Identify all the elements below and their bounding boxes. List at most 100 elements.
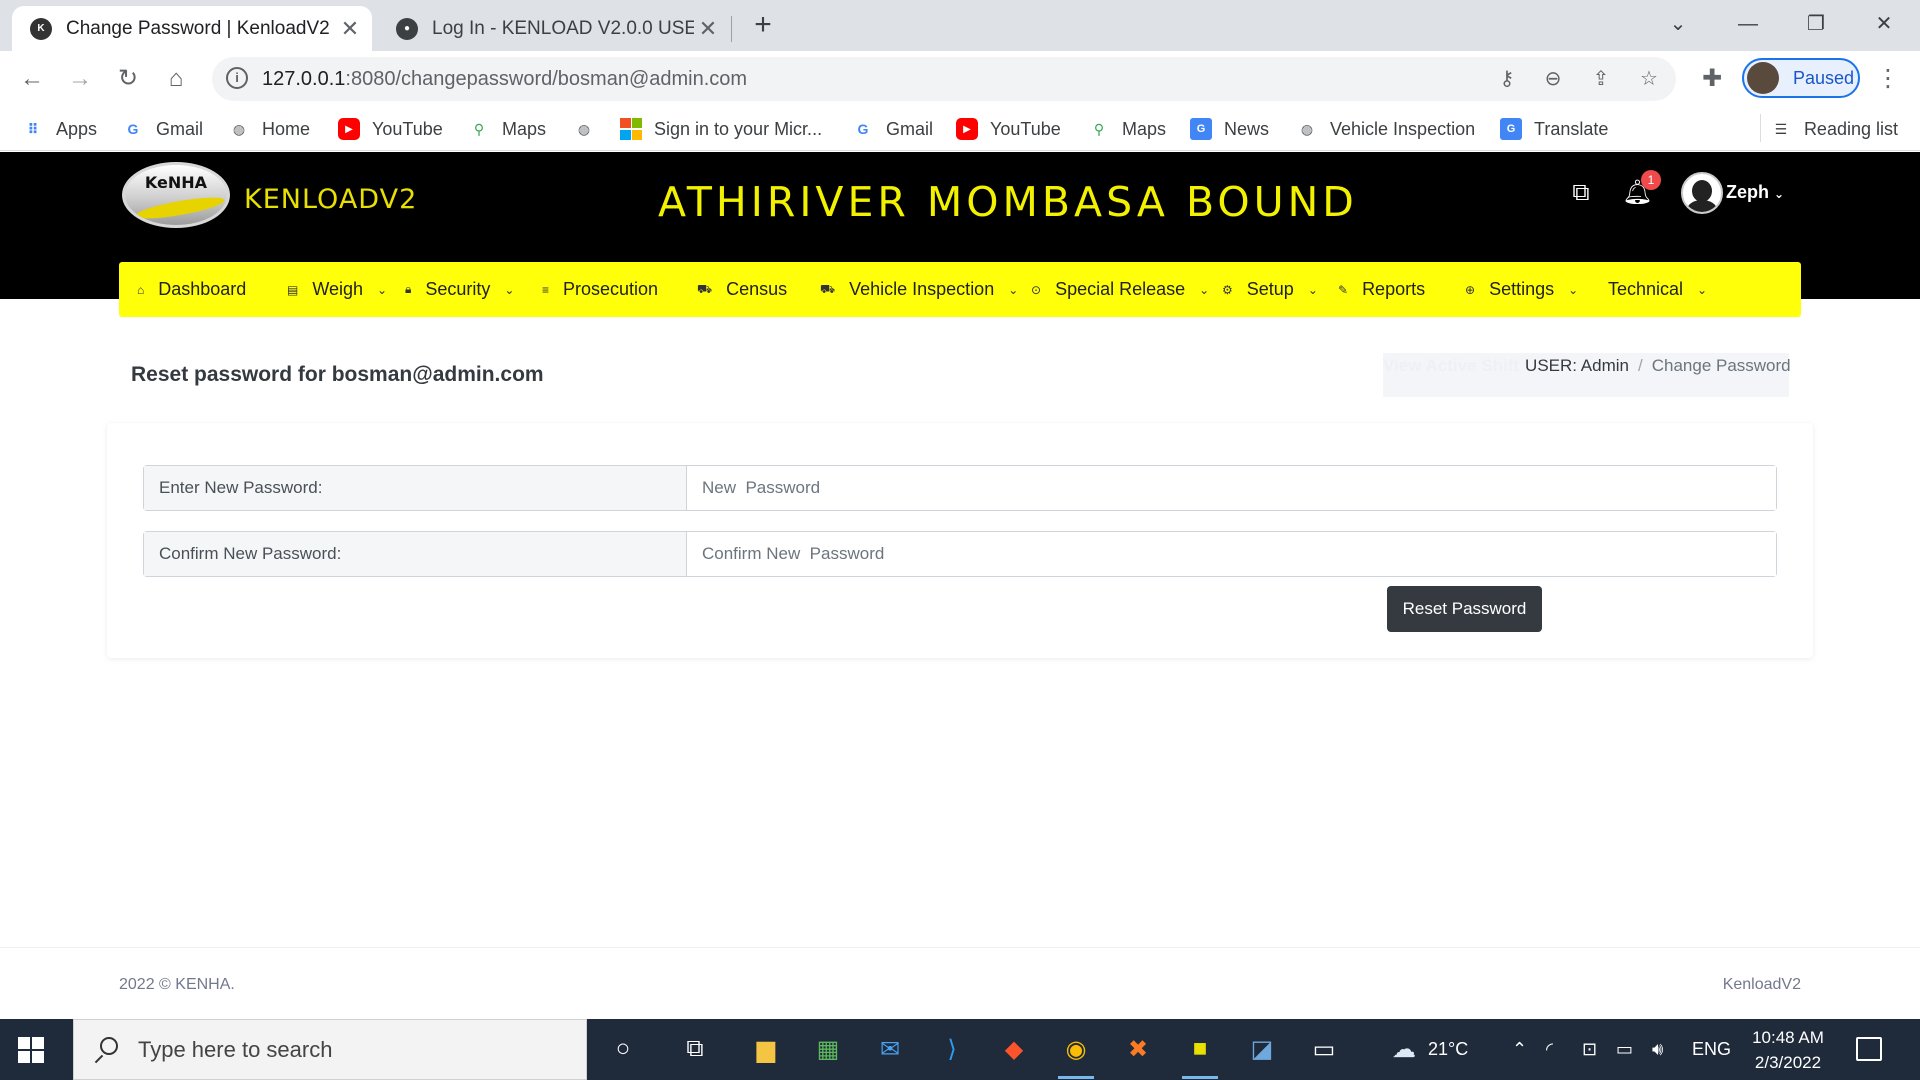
nav-security[interactable]: 🔒︎ Security ⌄ [405, 262, 514, 317]
profile-button[interactable]: Paused [1742, 58, 1860, 98]
chevron-down-icon: ⌄ [1697, 282, 1708, 297]
tray-overflow-chevron-icon[interactable]: ⌃ [1512, 1019, 1527, 1080]
new-password-group: Enter New Password: [143, 465, 1777, 511]
kenha-logo[interactable]: KeNHA [122, 162, 230, 228]
lock-icon: 🔒︎ [405, 282, 412, 296]
close-icon[interactable]: ✕ [336, 16, 364, 42]
new-tab-button[interactable]: + [748, 8, 778, 44]
paperclip-icon: ✎ [1338, 282, 1349, 297]
cortana-icon[interactable]: ○ [601, 1027, 645, 1071]
wifi-icon[interactable]: ◜ [1546, 1019, 1553, 1080]
file-explorer-icon[interactable]: ▆ [744, 1027, 788, 1071]
windows-start-icon[interactable] [18, 1037, 44, 1063]
nav-weigh[interactable]: ▤ Weigh ⌄ [287, 262, 387, 317]
zoom-icon[interactable]: ⊖ [1540, 66, 1566, 92]
back-arrow-icon[interactable]: ← [14, 61, 50, 97]
bookmark-apps[interactable]: ⠿ Apps [22, 115, 98, 143]
confirm-password-input[interactable] [687, 532, 1776, 576]
brave-icon[interactable]: ◆ [992, 1027, 1036, 1071]
nav-dashboard[interactable]: ⌂ Dashboard [137, 262, 246, 317]
key-icon[interactable]: ⚷ [1494, 66, 1520, 92]
taskbar-clock[interactable]: 10:48 AM 2/3/2022 [1748, 1025, 1828, 1075]
extensions-icon[interactable]: ✚ [1694, 61, 1730, 97]
menu-kebab-icon[interactable]: ⋮ [1870, 61, 1906, 97]
reading-list-icon: ☰ [1774, 120, 1788, 137]
notification-center-icon[interactable] [1856, 1037, 1882, 1061]
bookmark-vehicle-inspection[interactable]: ◍ Vehicle Inspection [1296, 115, 1475, 143]
breadcrumb-current: Change Password [1651, 356, 1791, 375]
home-icon[interactable]: ⌂ [158, 61, 194, 97]
bookmark-translate[interactable]: G Translate [1500, 115, 1608, 143]
chrome-icon[interactable]: ◉ [1054, 1027, 1098, 1079]
close-icon[interactable]: ✕ [694, 16, 722, 42]
nav-reports[interactable]: ✎ Reports [1338, 262, 1425, 317]
bookmarks-bar: ⠿ Apps G Gmail ◍ Home ▶ YouTube ⚲ Maps ◍… [0, 107, 1920, 151]
nav-settings[interactable]: ⊕ Settings ⌄ [1465, 262, 1578, 317]
footer-app-name: KenloadV2 [1722, 976, 1801, 993]
reset-password-button[interactable]: Reset Password [1387, 586, 1542, 632]
new-password-input[interactable] [687, 466, 1776, 510]
chevron-down-icon: ⌄ [1568, 282, 1579, 297]
terminal-icon[interactable]: ▭ [1302, 1027, 1346, 1071]
fullscreen-icon[interactable]: ⧉ [1566, 178, 1596, 208]
site-info-icon[interactable]: i [226, 67, 248, 89]
taskbar-search[interactable]: Type here to search [73, 1019, 587, 1080]
chevron-down-icon: ⌄ [504, 282, 515, 297]
breadcrumb-user[interactable]: USER: Admin [1525, 356, 1629, 376]
reading-list-button[interactable]: ☰ Reading list [1770, 115, 1898, 143]
task-view-icon[interactable]: ⧉ [673, 1027, 717, 1071]
nav-special-release[interactable]: ⊙ Special Release ⌄ [1031, 262, 1209, 317]
mysql-workbench-icon[interactable]: ◪ [1240, 1027, 1284, 1071]
view-active-shift-link[interactable]: View Active Shift [1383, 356, 1519, 376]
bookmark-maps-2[interactable]: ⚲ Maps [1088, 115, 1166, 143]
clock-date: 2/3/2022 [1754, 1053, 1822, 1072]
nav-census[interactable]: ⛟ Census [697, 262, 787, 317]
apps-grid-icon: ⠿ [27, 120, 39, 137]
restore-button[interactable]: ❐ [1788, 6, 1844, 42]
bookmark-maps[interactable]: ⚲ Maps [468, 115, 546, 143]
nav-vehicle-inspection[interactable]: ⛟ Vehicle Inspection ⌄ [820, 262, 1018, 317]
bookmark-home[interactable]: ◍ Home [228, 115, 310, 143]
vscode-icon[interactable]: ⟩ [930, 1027, 974, 1071]
maps-pin-icon: ⚲ [1093, 120, 1105, 137]
minimize-button[interactable]: — [1720, 6, 1776, 42]
store-icon[interactable]: ▦ [806, 1027, 850, 1071]
bookmark-news[interactable]: G News [1190, 115, 1269, 143]
user-menu[interactable]: Zeph ⌄ [1726, 182, 1784, 203]
list-icon: ≡ [542, 282, 550, 297]
bookmark-globe[interactable]: ◍ [573, 115, 607, 143]
battery-icon[interactable]: ▭ [1616, 1019, 1633, 1080]
nav-prosecution[interactable]: ≡ Prosecution [542, 262, 658, 317]
usb-icon[interactable]: ⊡ [1582, 1019, 1597, 1080]
bookmark-gmail[interactable]: G Gmail [122, 115, 203, 143]
volume-icon[interactable]: 🔊︎ [1652, 1019, 1663, 1080]
brand-name[interactable]: KENLOADV2 [244, 184, 417, 215]
phpstorm-icon[interactable]: ■ [1178, 1027, 1222, 1079]
nav-technical[interactable]: Technical ⌄ [1608, 262, 1707, 317]
user-avatar[interactable] [1681, 172, 1723, 214]
bookmark-youtube-2[interactable]: ▶ YouTube [956, 115, 1061, 143]
bookmark-youtube[interactable]: ▶ YouTube [338, 115, 443, 143]
reload-icon[interactable]: ↻ [110, 61, 146, 97]
weather-widget[interactable]: ☁ 21°C [1392, 1019, 1468, 1080]
translate-icon: G [1500, 118, 1522, 140]
tab-log-in[interactable]: ● Log In - KENLOAD V2.0.0 USER M ✕ [378, 6, 730, 51]
tab-change-password[interactable]: K Change Password | KenloadV2 ✕ [12, 6, 372, 51]
bookmark-microsoft[interactable]: Sign in to your Micr... [620, 115, 822, 143]
tab-search-chevron-icon[interactable]: ⌄ [1650, 6, 1706, 42]
tab-divider [731, 16, 732, 42]
mail-icon[interactable]: ✉ [868, 1027, 912, 1071]
bookmark-gmail-2[interactable]: G Gmail [852, 115, 933, 143]
nav-setup[interactable]: ⚙ Setup ⌄ [1222, 262, 1318, 317]
xampp-icon[interactable]: ✖ [1116, 1027, 1160, 1071]
address-bar[interactable]: i 127.0.0.1:8080/changepassword/bosman@a… [212, 57, 1676, 101]
chevron-down-icon: ⌄ [377, 282, 388, 297]
star-icon[interactable]: ☆ [1636, 66, 1662, 92]
forward-arrow-icon[interactable]: → [62, 61, 98, 97]
breadcrumb: View Active Shift USER: Admin / Change P… [1383, 353, 1791, 397]
share-icon[interactable]: ⇪ [1588, 66, 1614, 92]
windows-taskbar: Type here to search ○ ⧉ ▆ ▦ ✉ ⟩ ◆ ◉ ✖ ■ … [0, 1019, 1920, 1080]
url-text[interactable]: 127.0.0.1:8080/changepassword/bosman@adm… [262, 68, 747, 91]
language-indicator[interactable]: ENG [1692, 1019, 1731, 1080]
close-window-button[interactable]: ✕ [1856, 6, 1912, 42]
